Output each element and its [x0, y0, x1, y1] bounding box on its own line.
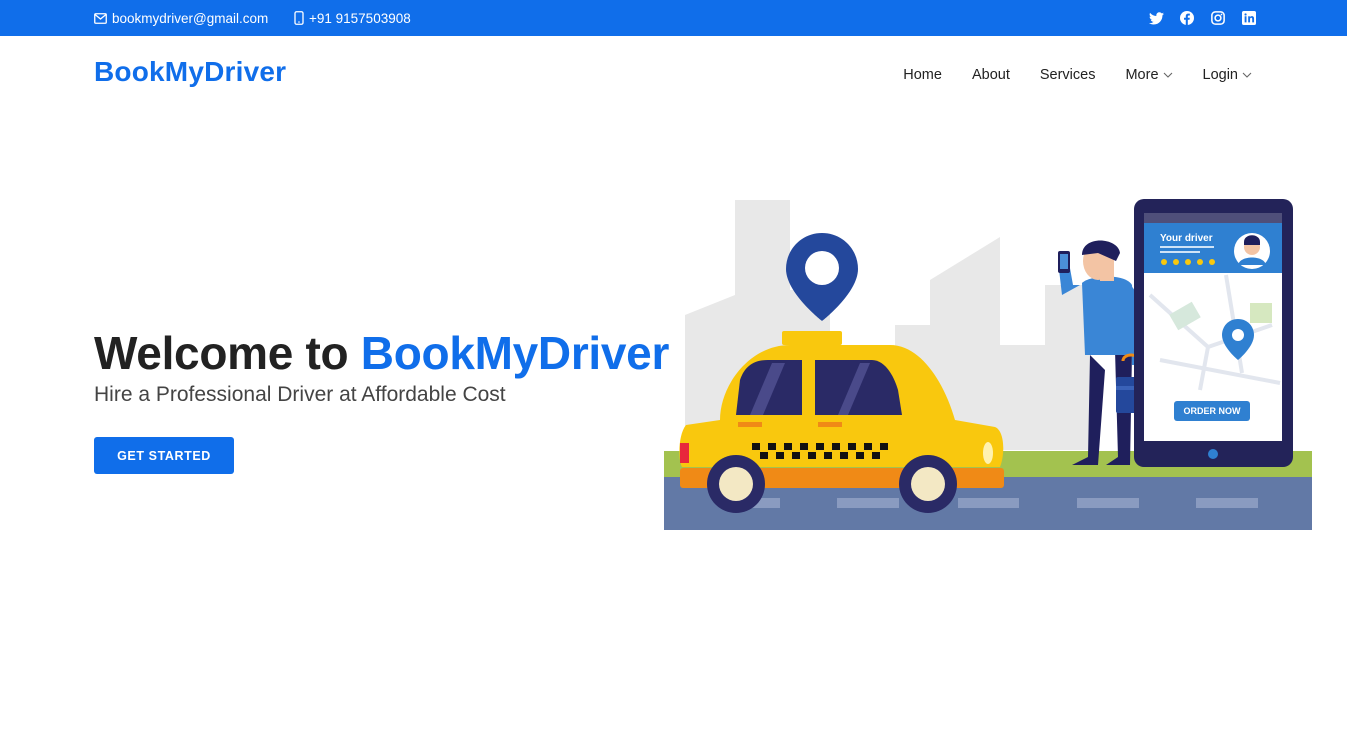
hero-title: Welcome to BookMyDriver: [94, 326, 669, 380]
chevron-down-icon: [1163, 72, 1173, 78]
main-nav: Home About Services More Login: [873, 36, 1252, 114]
twitter-icon[interactable]: [1148, 10, 1164, 26]
nav-services-label: Services: [1039, 67, 1096, 83]
hero-subtitle: Hire a Professional Driver at Affordable…: [94, 383, 506, 406]
contact-email[interactable]: bookmydriver@gmail.com: [94, 0, 268, 36]
nav-login[interactable]: Login: [1203, 67, 1252, 83]
chevron-down-icon: [1242, 72, 1252, 78]
facebook-icon[interactable]: [1179, 10, 1195, 26]
phone-text: +91 9157503908: [309, 10, 411, 26]
top-bar: bookmydriver@gmail.com +91 9157503908: [0, 0, 1347, 36]
nav-home-label: Home: [903, 67, 942, 83]
email-text: bookmydriver@gmail.com: [112, 10, 269, 26]
nav-more-label: More: [1125, 67, 1159, 83]
linkedin-icon[interactable]: [1241, 10, 1257, 26]
get-started-button[interactable]: GET STARTED: [94, 437, 234, 474]
social-links: [1148, 0, 1257, 36]
phone-icon: [294, 11, 304, 25]
hero-title-prefix: Welcome to: [94, 327, 361, 379]
nav-about-label: About: [971, 67, 1010, 83]
order-now-label: ORDER NOW: [1184, 406, 1242, 416]
nav-services[interactable]: Services: [1040, 67, 1096, 83]
envelope-icon: [94, 12, 107, 24]
taxi-booking-illustration: Your driver ORDER NOW: [664, 199, 1312, 530]
nav-home[interactable]: Home: [903, 67, 942, 83]
hero-title-brand: BookMyDriver: [360, 327, 670, 379]
nav-about[interactable]: About: [972, 67, 1010, 83]
nav-more[interactable]: More: [1125, 67, 1172, 83]
contact-phone[interactable]: +91 9157503908: [294, 0, 411, 36]
phone-card-title: Your driver: [1160, 233, 1213, 244]
phone-mockup: Your driver ORDER NOW: [1134, 199, 1293, 467]
nav-login-label: Login: [1202, 67, 1238, 83]
site-header: BookMyDriver Home About Services More Lo…: [0, 36, 1347, 114]
site-logo[interactable]: BookMyDriver: [94, 56, 286, 88]
instagram-icon[interactable]: [1210, 10, 1226, 26]
